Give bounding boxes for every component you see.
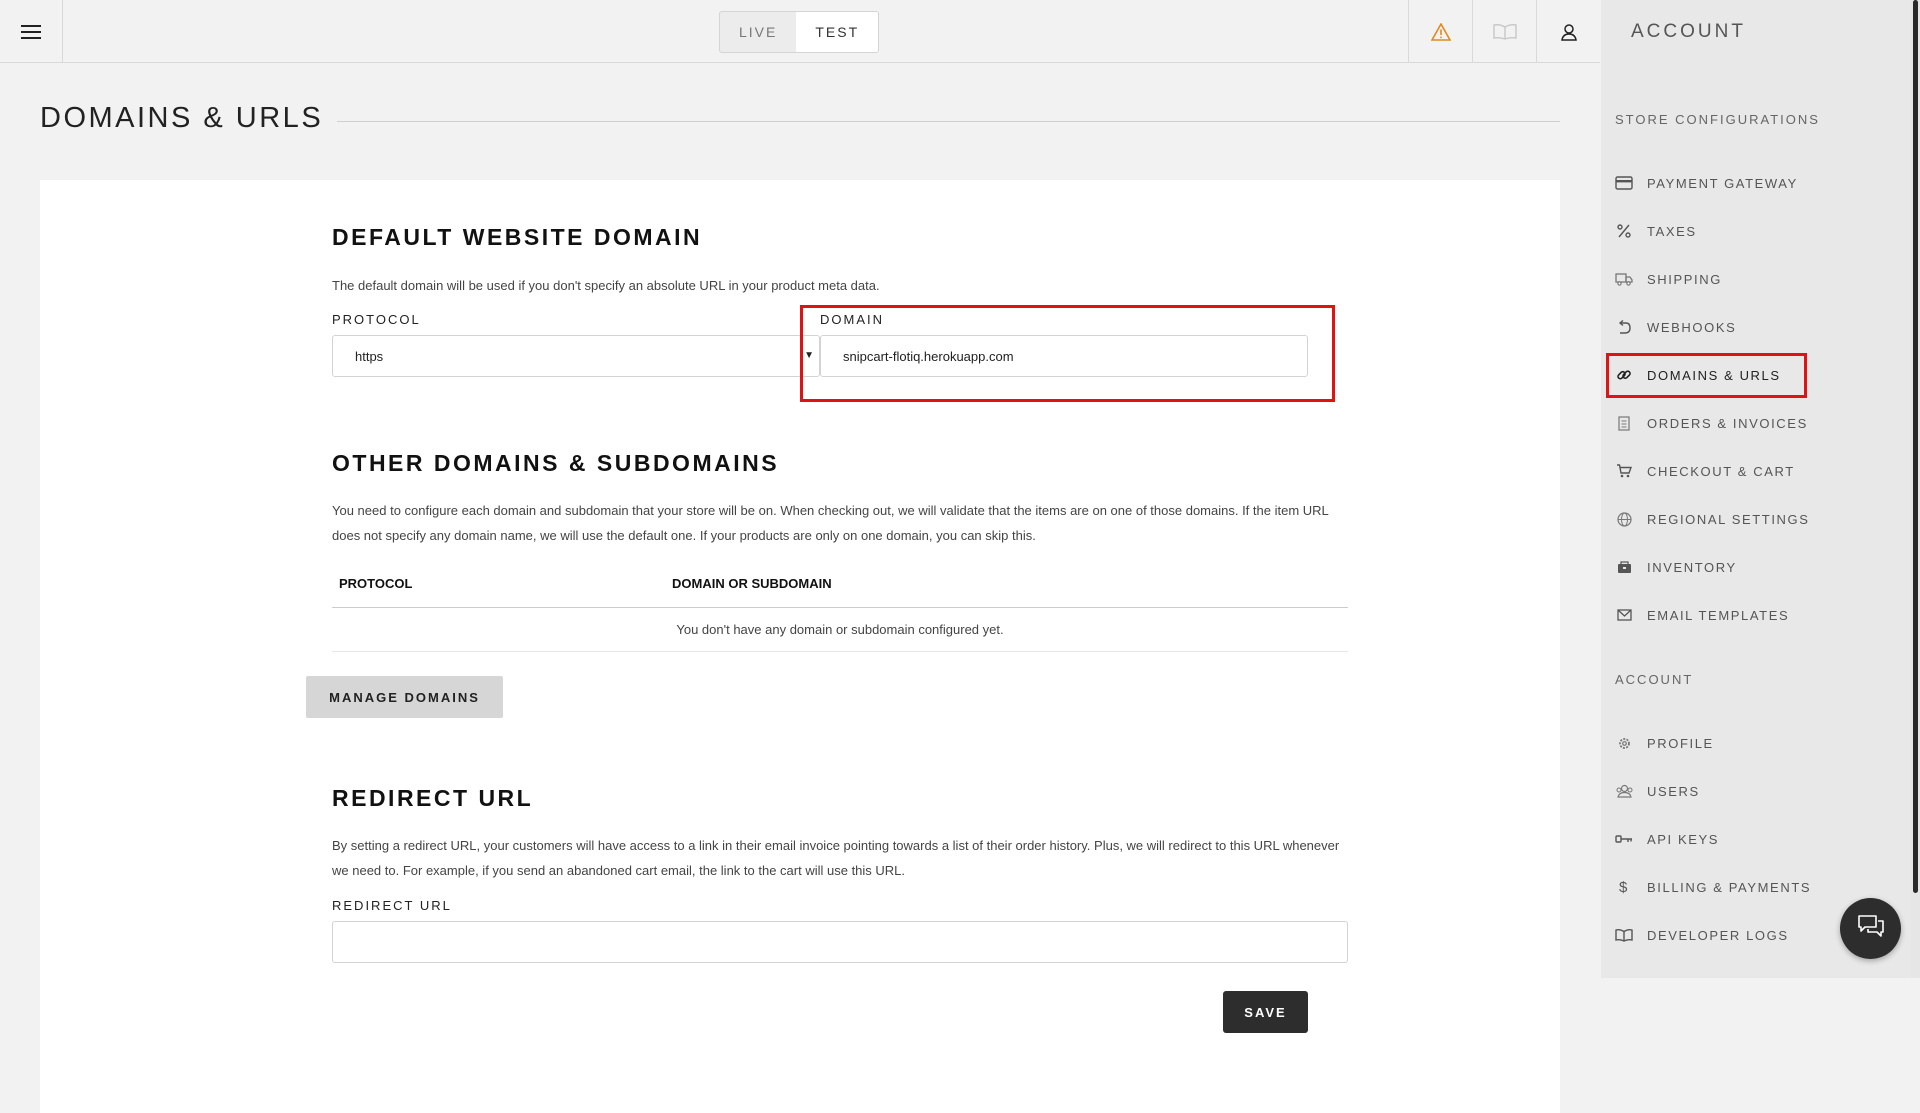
live-test-toggle: LIVE TEST (719, 11, 880, 53)
column-protocol: PROTOCOL (339, 576, 413, 591)
account-sidebar: ACCOUNT STORE CONFIGURATIONS PAYMENT GAT… (1601, 0, 1911, 978)
settings-card: DEFAULT WEBSITE DOMAIN The default domai… (40, 180, 1560, 1113)
store-configurations-label: STORE CONFIGURATIONS (1615, 112, 1820, 127)
dollar-icon: $ (1619, 878, 1629, 896)
credit-card-icon (1615, 174, 1633, 192)
sidebar-item-shipping[interactable]: SHIPPING (1615, 259, 1722, 299)
redirect-label: REDIRECT URL (332, 898, 452, 913)
sidebar-item-label: WEBHOOKS (1647, 319, 1737, 335)
sidebar-item-taxes[interactable]: TAXES (1615, 211, 1697, 251)
redirect-description: By setting a redirect URL, your customer… (332, 838, 1340, 878)
sidebar-item-label: USERS (1647, 783, 1700, 799)
sidebar-item-label: DOMAINS & URLS (1647, 367, 1781, 383)
receipt-icon (1615, 414, 1633, 432)
other-domains-description: You need to configure each domain and su… (332, 503, 1329, 543)
sidebar-item-checkout-cart[interactable]: CHECKOUT & CART (1615, 451, 1795, 491)
sidebar-item-email-templates[interactable]: EMAIL TEMPLATES (1615, 595, 1789, 635)
save-button[interactable]: SAVE (1223, 991, 1308, 1033)
book-icon[interactable] (1472, 0, 1536, 63)
protocol-value: https (355, 348, 384, 364)
mode-test-button[interactable]: TEST (796, 12, 879, 52)
sidebar-item-label: REGIONAL SETTINGS (1647, 511, 1810, 527)
truck-icon (1615, 270, 1633, 288)
globe-icon (1615, 510, 1633, 528)
sidebar-item-profile[interactable]: PROFILE (1615, 723, 1714, 763)
column-domain: DOMAIN OR SUBDOMAIN (672, 576, 832, 591)
scrollbar-thumb[interactable] (1913, 0, 1918, 893)
sidebar-item-label: DEVELOPER LOGS (1647, 927, 1789, 943)
sidebar-item-label: EMAIL TEMPLATES (1647, 607, 1790, 623)
sidebar-item-inventory[interactable]: INVENTORY (1615, 547, 1737, 587)
title-divider (337, 121, 1560, 122)
sidebar-item-label: ORDERS & INVOICES (1647, 415, 1808, 431)
manage-domains-button[interactable]: MANAGE DOMAINS (306, 676, 503, 718)
top-bar: LIVE TEST (0, 0, 1600, 63)
key-icon (1615, 830, 1633, 848)
sidebar-item-api-keys[interactable]: API KEYS (1615, 819, 1719, 859)
percent-icon (1615, 222, 1633, 240)
hamburger-menu-icon[interactable] (0, 0, 63, 63)
envelope-icon (1615, 606, 1633, 624)
link-icon (1615, 366, 1633, 384)
protocol-select[interactable]: https ▼ (332, 335, 820, 377)
gear-icon (1615, 734, 1633, 752)
table-bottom-divider (332, 651, 1348, 652)
page-scrollbar[interactable] (1911, 0, 1920, 978)
page-title: DOMAINS & URLS (40, 102, 324, 134)
caret-down-icon: ▼ (804, 350, 814, 361)
cart-icon (1615, 462, 1633, 480)
user-icon[interactable] (1536, 0, 1600, 63)
sidebar-item-billing-payments[interactable]: $ BILLING & PAYMENTS (1615, 867, 1811, 907)
users-icon (1615, 782, 1633, 800)
sidebar-item-regional-settings[interactable]: REGIONAL SETTINGS (1615, 499, 1810, 539)
warning-icon[interactable] (1408, 0, 1472, 63)
sidebar-item-webhooks[interactable]: WEBHOOKS (1615, 307, 1736, 347)
domain-label: DOMAIN (820, 312, 884, 327)
sidebar-item-label: PAYMENT GATEWAY (1647, 175, 1798, 191)
sidebar-item-payment-gateway[interactable]: PAYMENT GATEWAY (1615, 163, 1798, 203)
sidebar-item-label: API KEYS (1647, 831, 1720, 847)
sidebar-item-label: SHIPPING (1647, 271, 1722, 287)
sidebar-item-label: INVENTORY (1647, 559, 1737, 575)
undo-arrow-icon (1615, 318, 1633, 336)
empty-table-message: You don't have any domain or subdomain c… (676, 622, 1004, 637)
default-domain-description: The default domain will be used if you d… (332, 278, 880, 293)
redirect-heading: REDIRECT URL (332, 785, 534, 811)
redirect-url-input[interactable] (332, 921, 1348, 963)
sidebar-item-users[interactable]: USERS (1615, 771, 1700, 811)
domain-input[interactable]: snipcart-flotiq.herokuapp.com (820, 335, 1308, 377)
table-header-divider (332, 607, 1348, 608)
sidebar-header: ACCOUNT (1631, 21, 1746, 42)
sidebar-item-label: PROFILE (1647, 735, 1714, 751)
protocol-label: PROTOCOL (332, 312, 421, 327)
default-domain-heading: DEFAULT WEBSITE DOMAIN (332, 224, 703, 250)
account-section-label: ACCOUNT (1615, 672, 1694, 687)
sidebar-item-label: BILLING & PAYMENTS (1647, 879, 1812, 895)
chat-support-button[interactable] (1840, 898, 1901, 959)
sidebar-item-developer-logs[interactable]: DEVELOPER LOGS (1615, 915, 1789, 955)
sidebar-item-label: TAXES (1647, 223, 1697, 239)
mode-live-button[interactable]: LIVE (720, 12, 796, 52)
other-domains-heading: OTHER DOMAINS & SUBDOMAINS (332, 450, 780, 476)
chat-bubble-icon (1856, 913, 1886, 944)
sidebar-item-label: CHECKOUT & CART (1647, 463, 1795, 479)
domain-value: snipcart-flotiq.herokuapp.com (843, 348, 1014, 364)
box-icon (1615, 558, 1633, 576)
sidebar-item-domains-urls[interactable]: DOMAINS & URLS (1615, 355, 1781, 395)
book-icon (1615, 926, 1633, 944)
sidebar-item-orders-invoices[interactable]: ORDERS & INVOICES (1615, 403, 1808, 443)
